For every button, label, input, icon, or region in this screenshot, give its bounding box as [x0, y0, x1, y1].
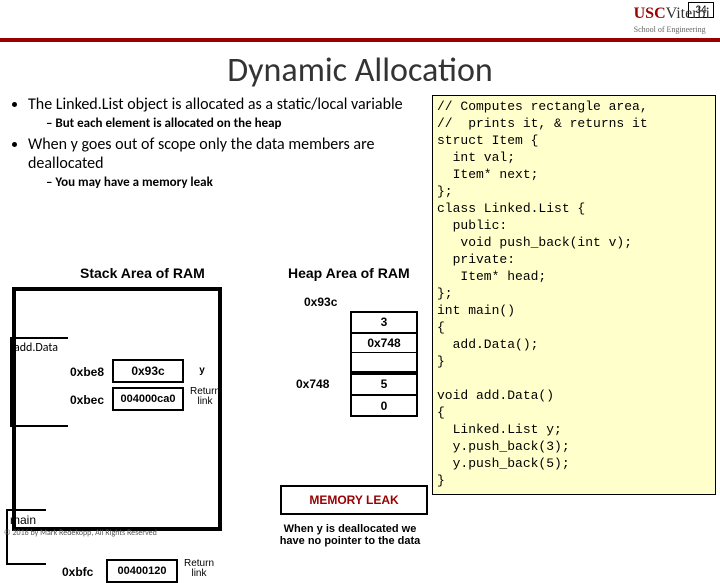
heap-val-5: 5 — [350, 373, 418, 395]
header-divider — [0, 38, 720, 42]
heap-label: Heap Area of RAM — [288, 265, 410, 281]
bullet-1: The Linked.List object is allocated as a… — [28, 95, 403, 114]
bullet-2a: You may have a memory leak — [46, 175, 424, 190]
heap-next-0: 0 — [350, 395, 418, 417]
memory-leak-note: When y is deallocated we have no pointer… — [270, 523, 430, 547]
bullet-list: The Linked.List object is allocated as a… — [4, 95, 424, 194]
logo-viterbi: Viterbi — [666, 5, 710, 22]
add-data-frame: add.Data — [10, 337, 68, 427]
logo-sub: School of Engineering — [634, 25, 710, 34]
stack-label: Stack Area of RAM — [80, 265, 205, 281]
cell-93c: 0x93c — [112, 359, 184, 383]
logo-usc: USC — [634, 5, 666, 22]
cell-120: 00400120 — [106, 559, 178, 583]
bullet-1a: But each element is allocated on the hea… — [46, 116, 424, 131]
return-link-1: Return link — [188, 387, 222, 407]
addr-bfc: 0xbfc — [62, 565, 93, 579]
bullet-2: When y goes out of scope only the data m… — [28, 135, 374, 173]
addr-be8: 0xbe8 — [70, 365, 104, 379]
y-label: y — [192, 365, 212, 376]
cell-ca0: 004000ca0 — [112, 387, 184, 411]
copyright: © 2016 by Mark Redekopp, All Rights Rese… — [4, 528, 157, 538]
heap-next-748: 0x748 — [350, 333, 418, 353]
heap-addr-93c: 0x93c — [304, 295, 337, 309]
usc-logo: USCViterbi School of Engineering — [634, 4, 710, 34]
heap-addr-748: 0x748 — [296, 377, 329, 391]
stack-box: add.Data 0xbe8 0x93c y 0xbec 004000ca0 R… — [12, 287, 222, 531]
heap-val-3: 3 — [350, 311, 418, 333]
slide-title: Dynamic Allocation — [0, 50, 720, 91]
code-block: // Computes rectangle area, // prints it… — [432, 95, 716, 495]
return-link-2: Return link — [182, 559, 216, 579]
addr-bec: 0xbec — [70, 393, 104, 407]
memory-leak-label: MEMORY LEAK — [280, 493, 428, 507]
